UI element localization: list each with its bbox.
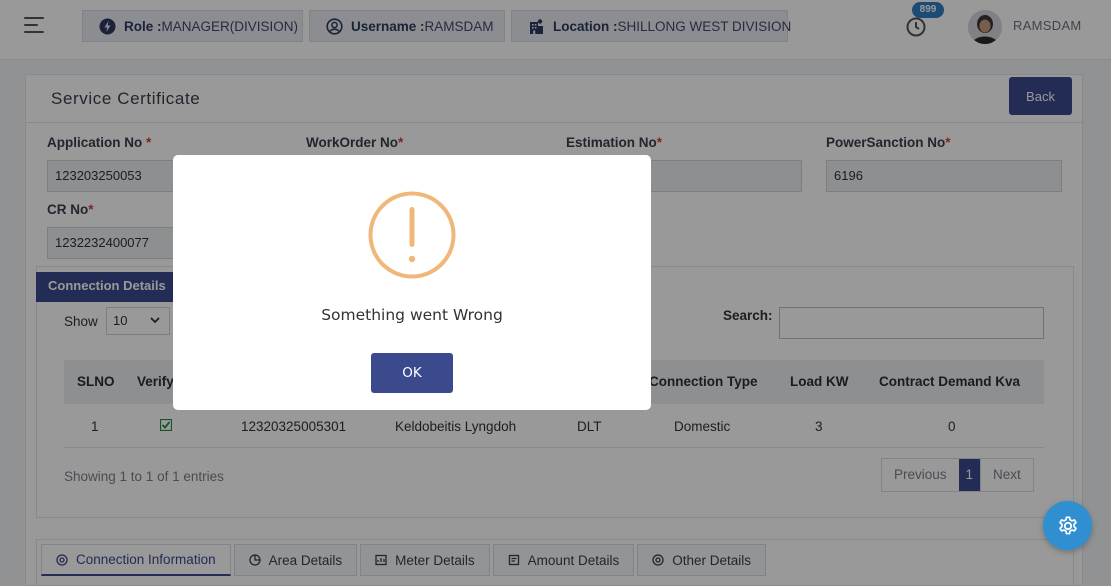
gear-icon [1058, 515, 1077, 534]
dialog-message: Something went Wrong [321, 306, 503, 324]
ok-button[interactable]: OK [371, 353, 453, 393]
settings-fab[interactable] [1043, 501, 1092, 550]
warning-exclamation-icon [368, 191, 456, 279]
error-dialog: Something went Wrong OK [173, 155, 651, 410]
